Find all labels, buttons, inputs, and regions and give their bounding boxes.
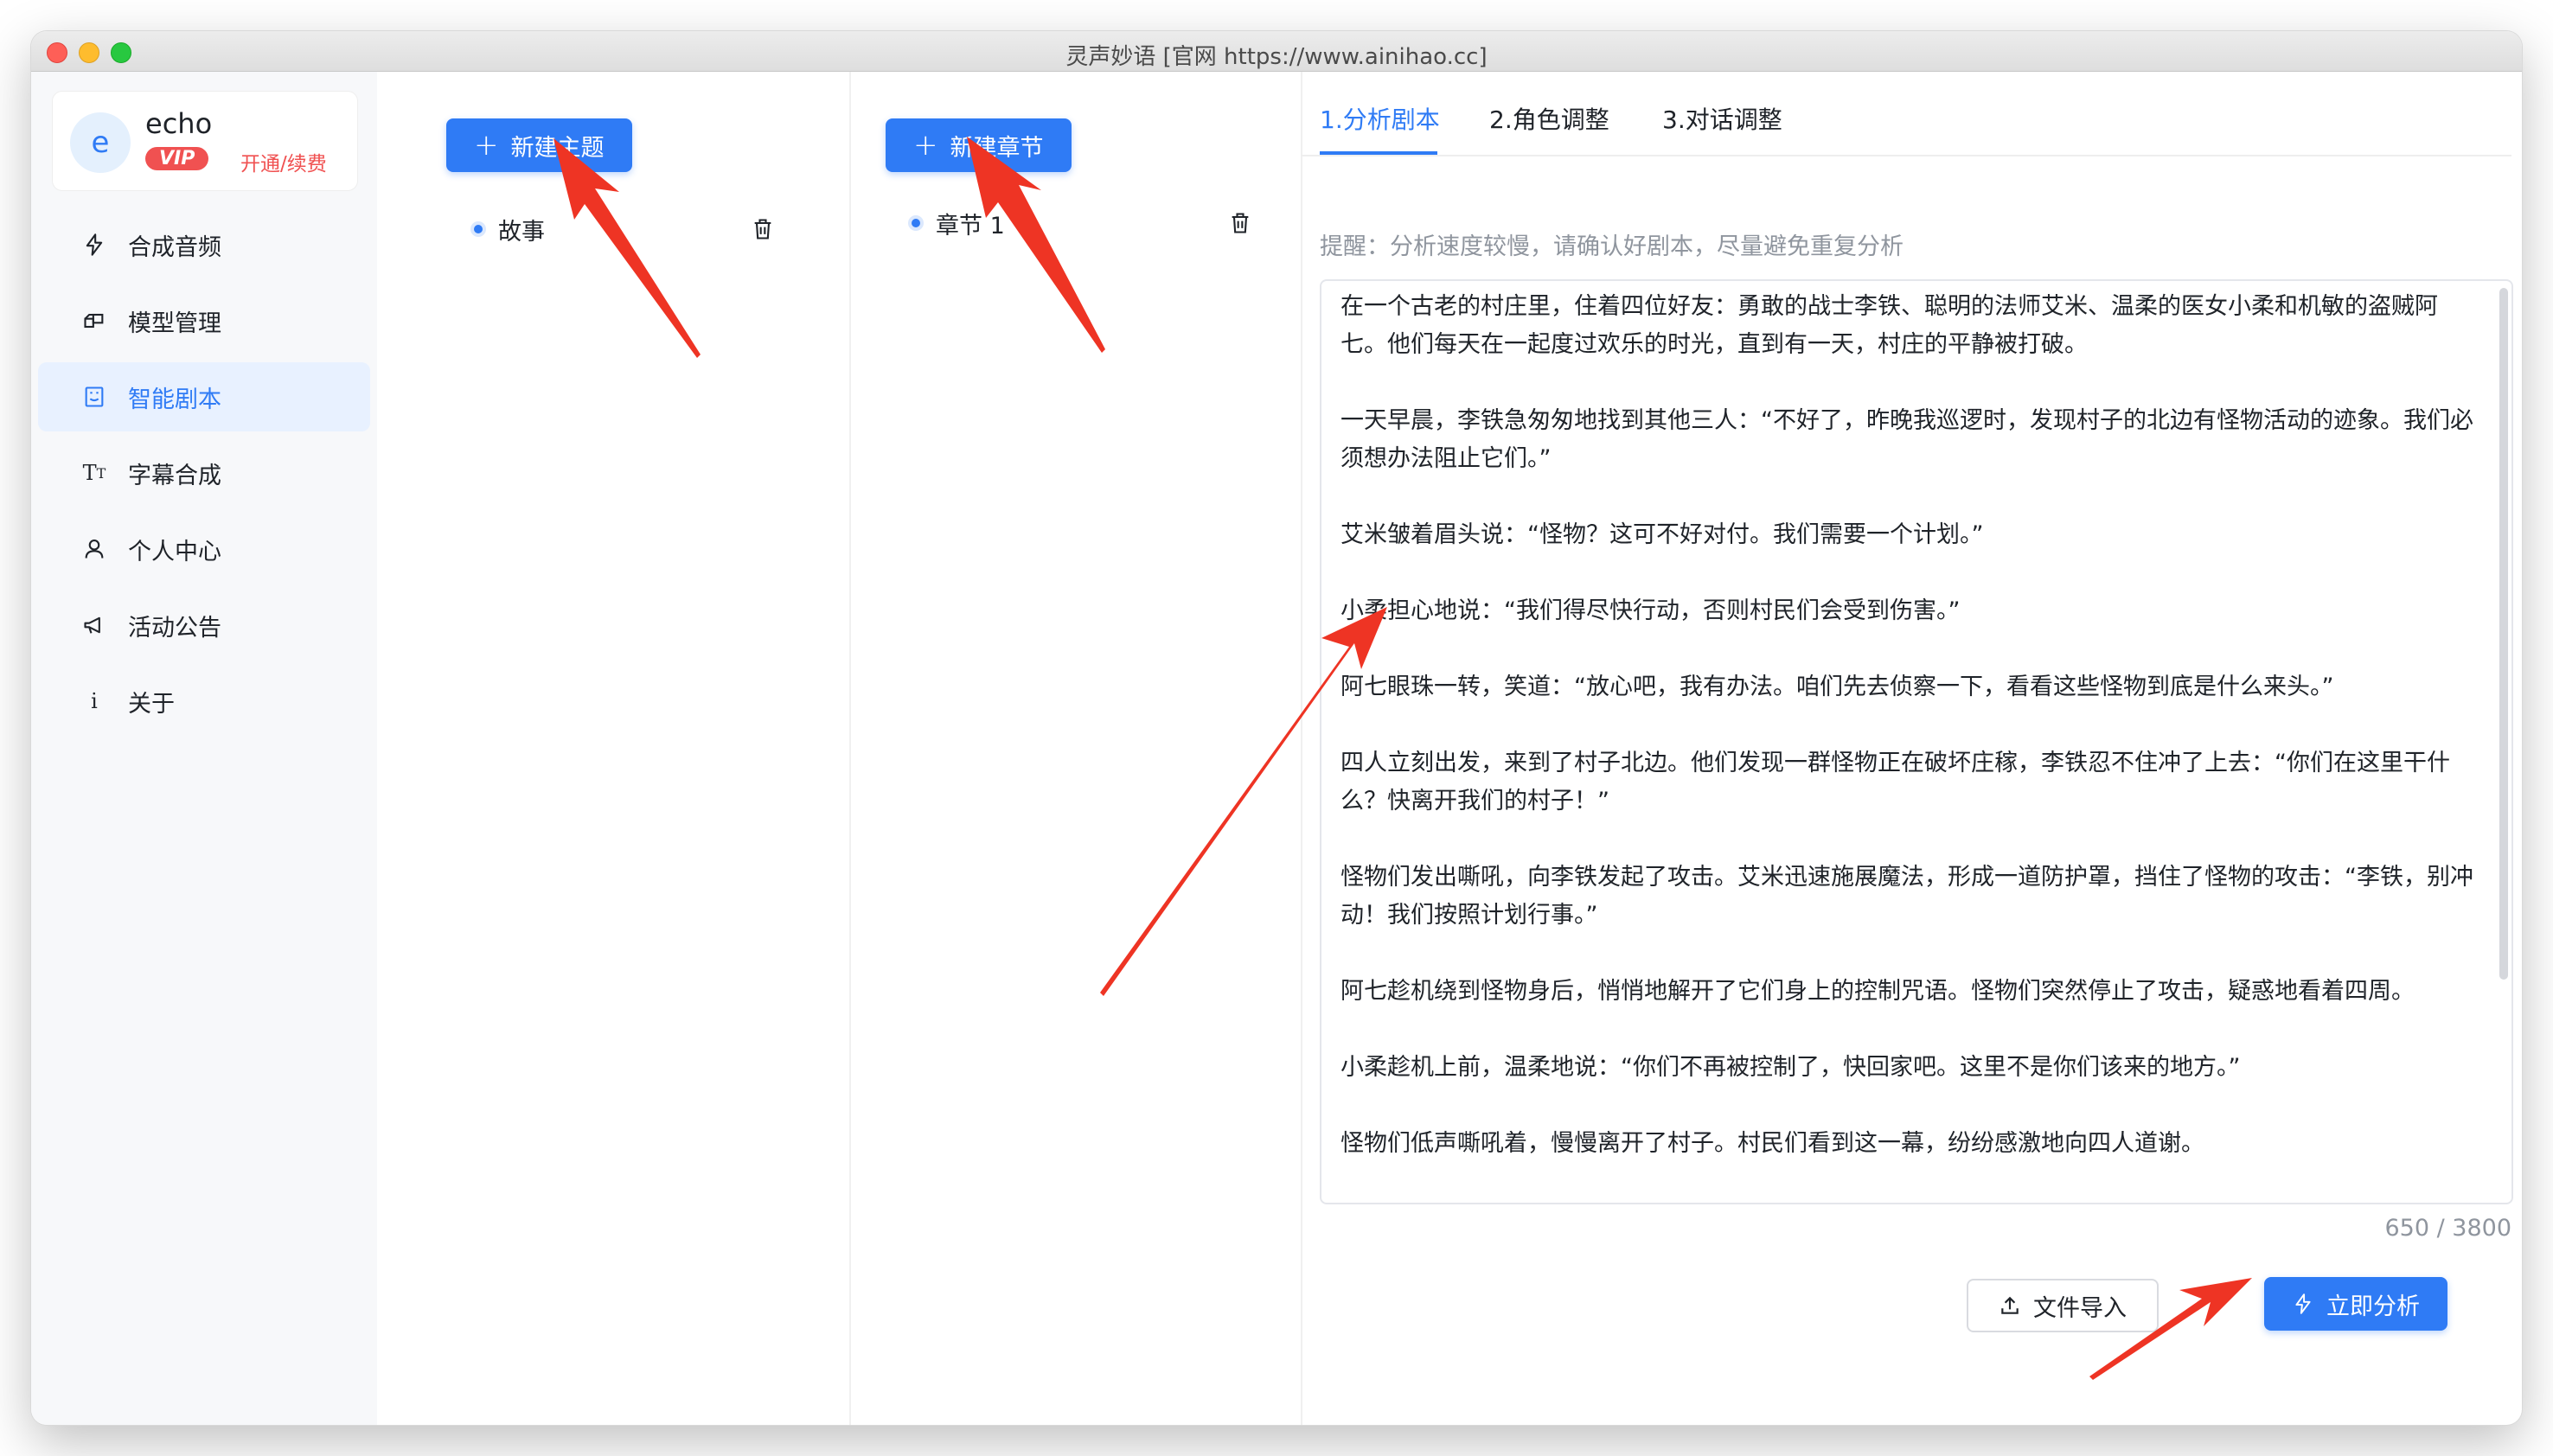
sidebar-item-subtitle-synthesis[interactable]: TT 字幕合成 (38, 438, 370, 508)
sidebar-item-announcements[interactable]: 活动公告 (38, 591, 370, 660)
chapter-item-label: 章节 1 (936, 212, 1005, 239)
script-paragraph: 一天早晨，李铁急匆匆地找到其他三人：“不好了，昨晚我巡逻时，发现村子的北边有怪物… (1340, 407, 2473, 472)
analyze-now-label: 立即分析 (2326, 1293, 2420, 1320)
new-topic-label: 新建主题 (510, 134, 605, 162)
chapter-item[interactable]: 章节 1 (912, 201, 1005, 245)
chapters-panel: + 新建章节 章节 1 (849, 72, 1302, 1425)
sidebar-item-label: 模型管理 (128, 310, 221, 337)
script-paragraph: 小柔担心地说：“我们得尽快行动，否则村民们会受到伤害。” (1340, 597, 1961, 624)
script-paragraph: 怪物们低声嘶吼着，慢慢离开了村子。村民们看到这一幕，纷纷感激地向四人道谢。 (1340, 1130, 2204, 1157)
script-paragraph: 四人立刻出发，来到了村子北边。他们发现一群怪物正在破坏庄稼，李铁忍不住冲了上去：… (1340, 750, 2450, 814)
sidebar-item-label: 智能剧本 (128, 386, 221, 413)
vip-badge: VIP (145, 147, 209, 170)
sidebar-item-about[interactable]: i 关于 (38, 667, 370, 736)
active-tab-indicator (1320, 151, 1437, 155)
topics-panel: + 新建主题 故事 (377, 72, 848, 1425)
sidebar-item-personal-center[interactable]: 个人中心 (38, 514, 370, 584)
user-card[interactable]: e echo VIP 开通/续费 (52, 91, 358, 191)
renew-vip-link[interactable]: 开通/续费 (240, 147, 327, 176)
delete-chapter-trash-icon[interactable] (1228, 210, 1252, 236)
tab-bar: 1.分析剧本 2.角色调整 3.对话调整 (1301, 72, 2511, 156)
analyze-now-button[interactable]: 立即分析 (2264, 1277, 2447, 1331)
file-import-button[interactable]: 文件导入 (1967, 1279, 2159, 1332)
sidebar-item-label: 活动公告 (128, 614, 221, 642)
selected-dot-icon (912, 219, 920, 227)
script-paragraph: 阿七眼珠一转，笑道：“放心吧，我有办法。咱们先去侦察一下，看看这些怪物到底是什么… (1340, 674, 2334, 700)
delete-topic-trash-icon[interactable] (751, 216, 775, 242)
script-paragraph: 艾米皱着眉头说：“怪物？这可不好对付。我们需要一个计划。” (1340, 521, 1984, 548)
lightning-icon (2292, 1293, 2314, 1315)
topic-item-label: 故事 (498, 218, 545, 246)
plus-icon: + (913, 128, 938, 163)
info-icon: i (91, 689, 98, 713)
script-icon (81, 384, 107, 410)
username: echo (145, 107, 213, 140)
topic-item[interactable]: 故事 (474, 208, 545, 251)
sidebar-item-label: 字幕合成 (128, 462, 221, 489)
new-chapter-label: 新建章节 (950, 134, 1044, 162)
script-paragraph: 阿七趁机绕到怪物身后，悄悄地解开了它们身上的控制咒语。怪物们突然停止了攻击，疑惑… (1340, 978, 2415, 1005)
script-text: 在一个古老的村庄里，住着四位好友：勇敢的战士李铁、聪明的法师艾米、温柔的医女小柔… (1340, 288, 2482, 1201)
plus-icon: + (474, 128, 499, 163)
sidebar-item-smart-script[interactable]: 智能剧本 (38, 362, 370, 431)
new-topic-button[interactable]: + 新建主题 (446, 118, 632, 172)
main-panel: 1.分析剧本 2.角色调整 3.对话调整 提醒：分析速度较慢，请确认好剧本，尽量… (1301, 72, 2522, 1425)
text-icon: TT (82, 461, 106, 485)
model-icon (81, 308, 107, 334)
window-title: 灵声妙语 [官网 https://www.ainihao.cc] (1065, 44, 1488, 70)
script-paragraph: 在一个古老的村庄里，住着四位好友：勇敢的战士李铁、聪明的法师艾米、温柔的医女小柔… (1340, 293, 2438, 358)
new-chapter-button[interactable]: + 新建章节 (886, 118, 1072, 172)
avatar: e (70, 112, 131, 173)
selected-dot-icon (474, 225, 483, 233)
char-counter: 650 / 3800 (2384, 1215, 2511, 1242)
lightning-icon (81, 232, 107, 258)
tab-dialogue-adjust[interactable]: 3.对话调整 (1662, 101, 1782, 136)
script-paragraph: 小柔趁机上前，温柔地说：“你们不再被控制了，快回家吧。这里不是你们该来的地方。” (1340, 1054, 2241, 1081)
title-bar: 灵声妙语 [官网 https://www.ainihao.cc] (31, 31, 2522, 72)
sidebar-item-label: 个人中心 (128, 538, 221, 565)
analysis-hint: 提醒：分析速度较慢，请确认好剧本，尽量避免重复分析 (1320, 233, 1904, 260)
script-textarea[interactable]: 在一个古老的村庄里，住着四位好友：勇敢的战士李铁、聪明的法师艾米、温柔的医女小柔… (1320, 279, 2513, 1204)
sidebar-item-model-management[interactable]: 模型管理 (38, 286, 370, 355)
megaphone-icon (81, 612, 107, 638)
editor-scrollbar[interactable] (2499, 288, 2508, 980)
file-import-label: 文件导入 (2033, 1294, 2127, 1322)
sidebar-item-label: 合成音频 (128, 233, 221, 261)
tab-analyze-script[interactable]: 1.分析剧本 (1320, 101, 1440, 136)
user-icon (81, 536, 107, 562)
sidebar-item-label: 关于 (128, 690, 175, 718)
upload-icon (1999, 1294, 2021, 1317)
app-window: 灵声妙语 [官网 https://www.ainihao.cc] e echo … (31, 31, 2522, 1425)
sidebar-item-synthesize-audio[interactable]: 合成音频 (38, 210, 370, 279)
sidebar: e echo VIP 开通/续费 合成音频 模型管理 智能剧本 T T 字幕合成… (31, 72, 377, 1425)
tab-role-adjust[interactable]: 2.角色调整 (1489, 101, 1609, 136)
script-paragraph: 怪物们发出嘶吼，向李铁发起了攻击。艾米迅速施展魔法，形成一道防护罩，挡住了怪物的… (1340, 864, 2473, 929)
sidebar-nav: 合成音频 模型管理 智能剧本 TT 字幕合成 个人中心 活动公告 i 关于 (31, 210, 377, 743)
